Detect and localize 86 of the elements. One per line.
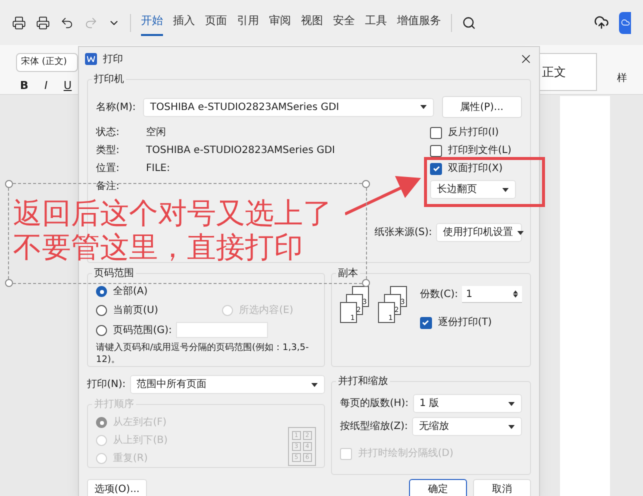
copies-spinner[interactable]: 1 [462, 286, 522, 303]
radio-label: 全部(A) [113, 284, 148, 299]
page-range-input[interactable] [176, 322, 268, 338]
print-icon[interactable] [12, 16, 26, 30]
group-title: 打印机 [92, 73, 126, 86]
annotation-text: 返回后这个对号又选上了 [13, 196, 333, 230]
field-label: 纸张来源(S): [374, 226, 432, 240]
print-preview-icon[interactable] [36, 16, 50, 30]
duplex-select[interactable]: 长边翻页 [430, 180, 516, 199]
cloud-upload-icon[interactable] [594, 15, 609, 30]
info-value: TOSHIBA e-STUDIO2823AMSeries GDI [146, 144, 335, 158]
dialog-title: 打印 [103, 52, 123, 66]
cancel-button[interactable]: 取消 [473, 479, 531, 496]
checkbox[interactable] [430, 144, 442, 156]
radio-label: 所选内容(E) [239, 304, 294, 318]
field-label: 按纸型缩放(Z): [340, 420, 408, 434]
group-title: 页码范围 [92, 267, 136, 280]
search-icon[interactable] [462, 16, 476, 30]
checkbox-label: 反片打印(I) [448, 126, 499, 140]
radio-button[interactable] [96, 305, 107, 316]
close-icon[interactable] [519, 52, 533, 66]
printer-select[interactable]: TOSHIBA e-STUDIO2823AMSeries GDI [143, 98, 434, 116]
caret-icon [517, 230, 524, 234]
style-preview[interactable]: 正文 [537, 53, 597, 91]
radio-button[interactable] [96, 324, 107, 336]
ribbon-tab[interactable]: 审阅 [269, 9, 291, 36]
cloud-icon [620, 18, 630, 27]
print-select[interactable]: 范围中所有页面 [130, 375, 325, 394]
format-button[interactable]: I [44, 78, 48, 94]
options-button[interactable]: 选项(O)... [87, 479, 147, 496]
group-title: 并打和缩放 [336, 375, 390, 388]
ok-button[interactable]: 确定 [409, 479, 467, 496]
field-label: 打印(N): [87, 378, 126, 392]
cloud-button[interactable] [619, 12, 631, 34]
paper-source-select[interactable]: 使用打印机设置 [436, 223, 522, 242]
radio-label: 当前页(U) [113, 304, 158, 318]
radio-label: 从上到下(B) [113, 434, 168, 448]
resize-handle[interactable] [5, 180, 13, 188]
checkbox-label: 逐份打印(T) [438, 316, 492, 330]
info-value: 空闲 [146, 126, 166, 140]
ribbon-tab[interactable]: 插入 [173, 9, 195, 36]
ribbon-tab[interactable]: 视图 [301, 9, 323, 36]
annotation-text: 不要管这里，直接打印 [13, 230, 304, 264]
group-title: 副本 [336, 267, 360, 280]
checkbox[interactable] [430, 126, 442, 138]
properties-button[interactable]: 属性(P)... [442, 96, 522, 118]
checkmark-icon [432, 164, 440, 173]
group-title: 并打顺序 [92, 398, 136, 411]
page-range-hint: 请键入页码和/或用逗号分隔的页码范围(例如：1,3,5-12)。 [96, 342, 310, 366]
app-logo-icon [85, 53, 97, 65]
checkbox[interactable] [420, 316, 432, 328]
info-label: 位置: [96, 162, 120, 176]
checkbox-label: 并打时绘制分隔线(D) [358, 446, 454, 461]
info-label: 类型: [96, 144, 120, 158]
style-label[interactable]: 样 [617, 71, 627, 86]
field-label: 每页的版数(H): [340, 397, 409, 411]
field-label: 份数(C): [420, 288, 458, 302]
caret-icon [508, 424, 515, 428]
ribbon-tab[interactable]: 安全 [333, 9, 355, 36]
radio-button[interactable] [96, 286, 107, 297]
undo-icon[interactable] [60, 16, 74, 30]
checkbox-label: 双面打印(X) [448, 162, 503, 176]
scale-select[interactable]: 无缩放 [412, 417, 522, 436]
pages-per-sheet-select[interactable]: 1 版 [412, 394, 522, 413]
format-button[interactable]: U [64, 78, 72, 94]
caret-icon [508, 402, 515, 406]
font-field[interactable]: 宋体 (正文) [16, 53, 78, 72]
ribbon-tab[interactable]: 引用 [237, 9, 259, 36]
field-label: 名称(M): [96, 100, 137, 114]
ribbon-tab[interactable]: 开始 [141, 9, 163, 36]
info-label: 状态: [96, 126, 120, 140]
ribbon-tab[interactable]: 增值服务 [397, 9, 441, 36]
caret-icon [502, 188, 509, 192]
checkbox-label: 打印到文件(L) [448, 144, 512, 158]
checkbox[interactable] [430, 162, 442, 174]
checkmark-icon [421, 318, 430, 327]
ribbon-tab[interactable]: 工具 [365, 9, 387, 36]
radio-label: 页码范围(G): [113, 324, 172, 338]
radio-label: 从左到右(F) [113, 416, 167, 430]
resize-handle[interactable] [5, 279, 13, 287]
format-button[interactable]: B [20, 78, 28, 94]
caret-icon [420, 105, 427, 109]
caret-icon [310, 382, 318, 386]
info-value: FILE: [146, 162, 170, 176]
ribbon-tab[interactable]: 页面 [205, 9, 227, 36]
radio-label: 重复(R) [113, 452, 148, 466]
